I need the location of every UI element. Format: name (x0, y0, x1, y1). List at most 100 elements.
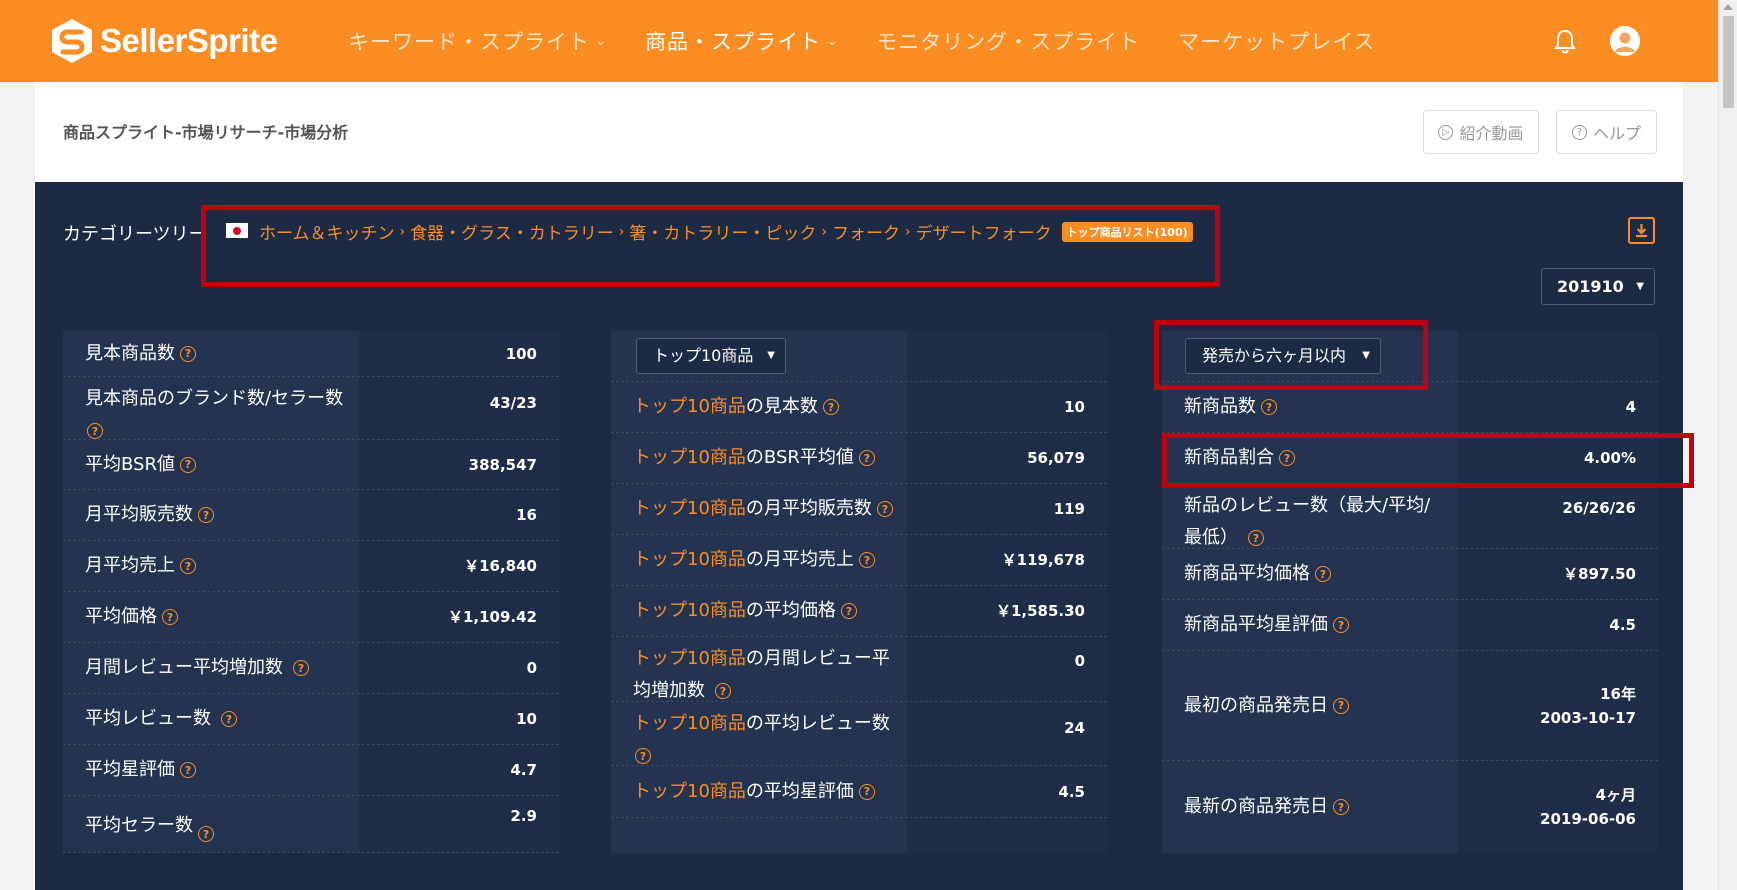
category-tree-label: カテゴリーツリー (63, 224, 207, 245)
stat-label: 新品のレビュー数（最大/平均/最低） (1184, 495, 1431, 548)
top10-prefix: トップ10商品 (633, 549, 746, 570)
nav-monitoring-sprite-label: モニタリング・スプライト (876, 30, 1141, 54)
stat-label: 月平均売上 (85, 555, 175, 576)
table-row: 平均価格? ￥1,109.42 (63, 592, 559, 643)
question-icon[interactable]: ? (162, 609, 178, 625)
caret-down-icon: ▼ (1636, 281, 1644, 292)
question-icon[interactable]: ? (221, 711, 237, 727)
annotation-box-new-product-ratio (1162, 433, 1694, 488)
stat-value: 388,547 (359, 440, 559, 489)
avatar[interactable] (1610, 26, 1640, 56)
question-icon[interactable]: ? (1261, 399, 1277, 415)
stat-label: 月間レビュー平均増加数 (85, 657, 283, 678)
nav-keyword-sprite-label: キーワード・スプライト (348, 30, 590, 54)
question-icon[interactable]: ? (179, 456, 196, 473)
question-icon[interactable]: ? (715, 683, 731, 699)
table-row: 見本商品数? 100 (63, 331, 559, 377)
top10-prefix: トップ10商品 (633, 396, 746, 417)
top10-prefix: トップ10商品 (633, 498, 746, 519)
table-row: 平均レビュー数? 10 (63, 694, 559, 745)
stat-value: 0 (907, 637, 1107, 701)
stat-value: 4.5 (907, 766, 1107, 817)
question-icon[interactable]: ? (840, 603, 857, 619)
stat-value: 4.7 (359, 745, 559, 795)
table-row: トップ10商品 ▼ (611, 331, 1107, 382)
question-icon[interactable]: ? (1315, 566, 1331, 582)
stat-label: 平均セラー数 (85, 815, 193, 836)
stat-label: 月平均販売数 (85, 504, 193, 525)
stat-label: の平均レビュー数 (745, 713, 890, 734)
question-icon[interactable]: ? (1333, 697, 1349, 714)
question-icon[interactable]: ? (87, 423, 103, 439)
month-value: 201910 (1557, 277, 1624, 296)
stat-value: 24 (907, 702, 1107, 765)
top10-select[interactable]: トップ10商品 ▼ (636, 338, 786, 374)
table-row: トップ10商品 の平均星評価? 4.5 (611, 766, 1107, 818)
bell-icon[interactable] (1553, 28, 1577, 54)
nav-keyword-sprite[interactable]: キーワード・スプライト ⌄ (348, 26, 607, 56)
question-icon[interactable]: ? (180, 558, 196, 574)
help-button[interactable]: ? ヘルプ (1556, 110, 1657, 154)
table-row: トップ10商品 の平均価格? ￥1,585.30 (611, 586, 1107, 637)
scroll-thumb[interactable] (1723, 16, 1734, 108)
chevron-down-icon: ⌄ (827, 34, 839, 48)
top10-prefix: トップ10商品 (633, 780, 746, 802)
question-icon[interactable]: ? (822, 399, 839, 415)
question-icon: ? (1571, 124, 1587, 140)
help-label: ヘルプ (1592, 124, 1641, 143)
sellersprite-logo[interactable]: SellerSprite (50, 18, 278, 64)
stat-label: 見本商品数 (85, 342, 175, 364)
market-analysis-panel: カテゴリーツリー ホーム＆キッチン › 食器・グラス・カトラリー › 箸・カトラ… (35, 182, 1683, 890)
question-icon[interactable]: ? (1333, 617, 1349, 633)
vertical-scrollbar[interactable] (1718, 0, 1737, 890)
question-icon[interactable]: ? (198, 826, 214, 842)
stat-value: 56,079 (907, 433, 1107, 483)
top-navigation-bar: SellerSprite キーワード・スプライト ⌄ 商品・スプライト ⌄ モニ… (0, 0, 1718, 82)
question-icon[interactable]: ? (876, 501, 893, 517)
scroll-up-arrow-icon[interactable] (1723, 4, 1733, 10)
table-row: 平均セラー数? 2.9 (63, 796, 559, 853)
question-icon[interactable]: ? (180, 762, 196, 778)
stat-label: 新商品数 (1184, 396, 1256, 417)
stat-value: 26/26/26 (1458, 484, 1658, 548)
stat-label: のBSR平均値 (745, 447, 854, 468)
stat-label: 平均BSR値 (85, 453, 175, 475)
stat-value: 16年 (1600, 684, 1636, 703)
stat-value: ￥1,585.30 (907, 586, 1107, 636)
question-icon[interactable]: ? (1248, 530, 1264, 546)
question-icon[interactable]: ? (858, 552, 875, 568)
stat-label: 平均レビュー数 (85, 708, 211, 729)
question-icon[interactable]: ? (858, 450, 875, 466)
table-row (611, 818, 1107, 853)
table-row: 新品のレビュー数（最大/平均/最低）? 26/26/26 (1162, 484, 1658, 549)
question-icon[interactable]: ? (858, 783, 875, 800)
stat-value: 43/23 (359, 377, 559, 439)
play-icon: ▷ (1438, 124, 1454, 140)
question-icon[interactable]: ? (635, 748, 651, 764)
stat-value: 4.5 (1458, 600, 1658, 650)
table-row: 新商品平均星評価? 4.5 (1162, 600, 1658, 651)
table-row: 最初の商品発売日? 16年 2003-10-17 (1162, 651, 1658, 761)
stat-value: 4 (1458, 382, 1658, 432)
question-icon[interactable]: ? (198, 507, 214, 523)
question-icon[interactable]: ? (1333, 799, 1349, 815)
nav-marketplace[interactable]: マーケットプレイス (1178, 26, 1375, 56)
stat-label: の月平均売上 (745, 549, 854, 570)
stat-value-date: 2003-10-17 (1540, 708, 1636, 727)
stat-value: ￥119,678 (907, 535, 1107, 585)
question-icon[interactable]: ? (293, 660, 309, 676)
stat-value: 0 (359, 643, 559, 693)
nav-product-sprite[interactable]: 商品・スプライト ⌄ (645, 26, 838, 56)
download-icon[interactable] (1628, 217, 1655, 244)
question-icon[interactable]: ? (180, 345, 196, 362)
nav-monitoring-sprite[interactable]: モニタリング・スプライト (876, 26, 1140, 56)
stat-label: 平均星評価 (85, 759, 175, 780)
stat-label: 新商品平均星評価 (1184, 614, 1328, 635)
intro-video-label: 紹介動画 (1459, 124, 1524, 143)
intro-video-button[interactable]: ▷ 紹介動画 (1423, 110, 1539, 154)
month-select[interactable]: 201910 ▼ (1541, 268, 1655, 305)
nav-product-sprite-label: 商品・スプライト (645, 30, 822, 54)
breadcrumb: 商品スプライト-市場リサーチ-市場分析 (63, 123, 349, 142)
stat-value: ￥897.50 (1458, 549, 1658, 599)
stat-value: 119 (907, 484, 1107, 534)
